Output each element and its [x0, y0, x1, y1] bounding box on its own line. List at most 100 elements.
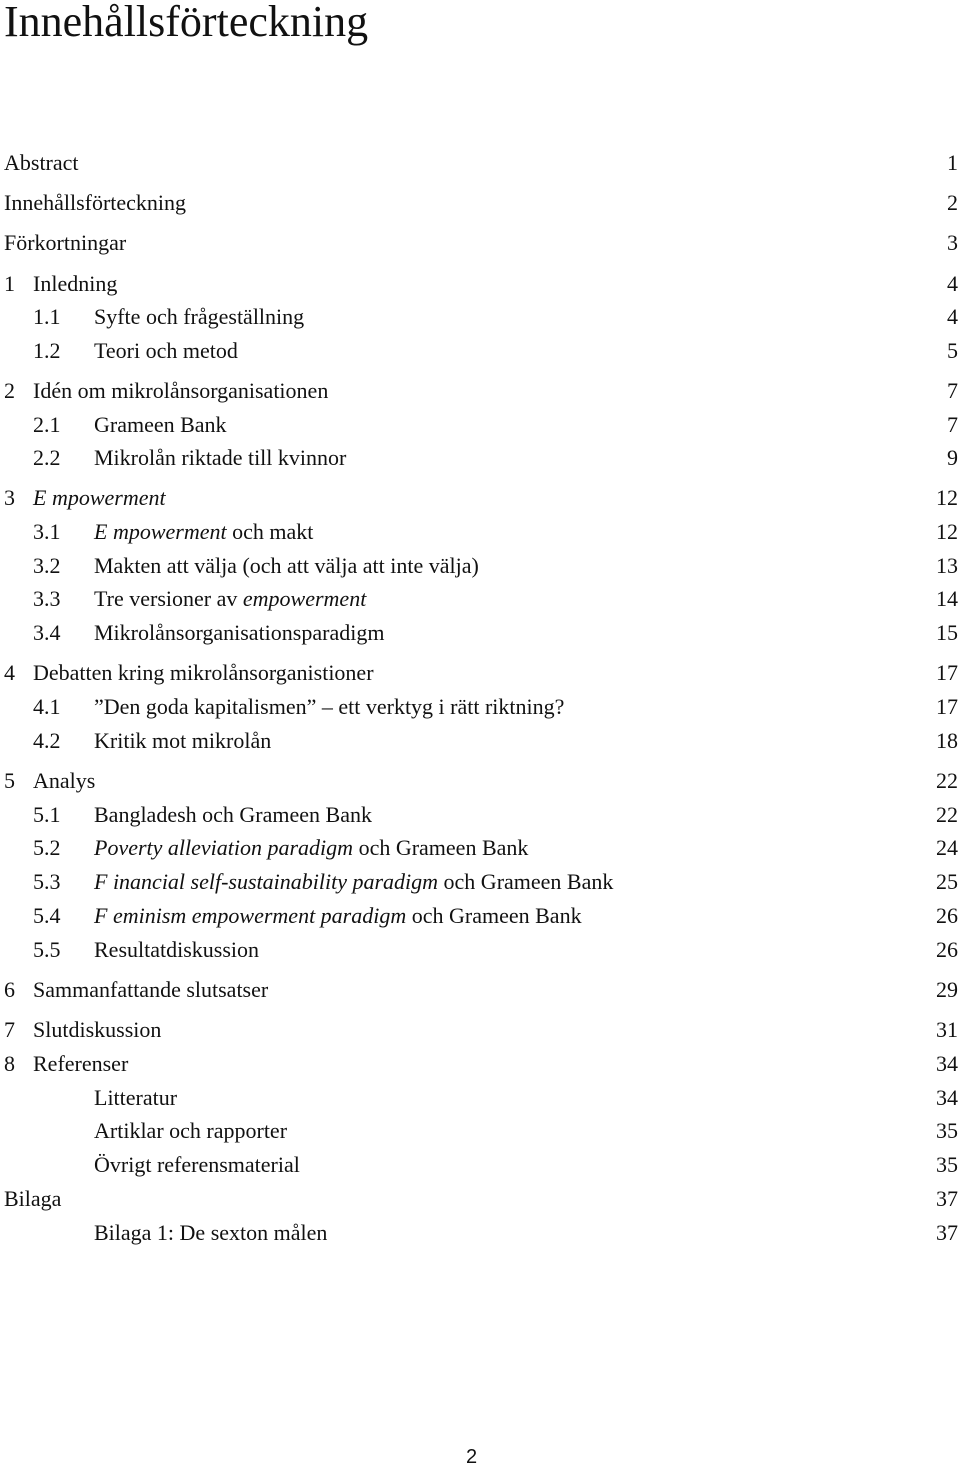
toc-entry-page: 26 — [936, 903, 958, 928]
toc-entry-page: 1 — [947, 150, 958, 175]
toc-entry-italic-term: E mpowerment — [33, 485, 166, 510]
toc-entry[interactable]: Övrigt referensmaterial 35 — [0, 1150, 960, 1180]
toc-entry-title: Poverty alleviation paradigm och Grameen… — [94, 835, 529, 860]
toc-entry-page: 3 — [947, 230, 958, 255]
toc-entry-page: 7 — [947, 412, 958, 437]
toc-entry[interactable]: Bilaga 37 — [0, 1184, 960, 1214]
toc-entry-title: Förkortningar — [4, 230, 127, 255]
toc-entry-page: 31 — [936, 1017, 958, 1042]
toc-entry[interactable]: 3.4 Mikrolånsorganisationsparadigm 15 — [0, 618, 960, 648]
toc-entry-number: 2 — [4, 378, 15, 403]
toc-entry[interactable]: 5.1 Bangladesh och Grameen Bank 22 — [0, 800, 960, 830]
toc-entry-number: 3.3 — [33, 586, 61, 611]
toc-entry[interactable]: Abstract 1 — [0, 148, 960, 178]
toc-entry[interactable]: Bilaga 1: De sexton målen 37 — [0, 1218, 960, 1248]
toc-entry-number: 5.4 — [33, 903, 61, 928]
toc-entry-page: 9 — [947, 445, 958, 470]
toc-entry-page: 35 — [936, 1152, 958, 1177]
toc-entry-number: 3.2 — [33, 553, 61, 578]
toc-entry-page: 22 — [936, 768, 958, 793]
toc-entry-number: 3.4 — [33, 620, 61, 645]
toc-entry[interactable]: 1 Inledning 4 — [0, 269, 960, 299]
toc-entry-title: Inledning — [33, 271, 118, 296]
toc-entry[interactable]: 4 Debatten kring mikrolånsorganistioner 17 — [0, 658, 960, 688]
toc-entry-title: Idén om mikrolånsorganisationen — [33, 378, 329, 403]
toc-entry-title: Resultatdiskussion — [94, 937, 260, 962]
toc-entry-page: 15 — [936, 620, 958, 645]
toc-entry-page: 17 — [936, 660, 958, 685]
toc-entry[interactable]: 6 Sammanfattande slutsatser 29 — [0, 975, 960, 1005]
toc-entry-italic-term: empowerment — [242, 586, 367, 611]
toc-entry-title: Referenser — [33, 1051, 129, 1076]
toc-entry[interactable]: 5 Analys 22 — [0, 766, 960, 796]
toc-entry-number: 1.1 — [33, 304, 61, 329]
toc-entry-number: 4.1 — [33, 694, 61, 719]
toc-entry-title: Övrigt referensmaterial — [94, 1152, 300, 1177]
toc-entry-italic-term: Poverty alleviation paradigm — [94, 835, 354, 860]
toc-entry-number: 7 — [4, 1017, 15, 1042]
toc-entry[interactable]: 5.2 Poverty alleviation paradigm och Gram… — [0, 833, 960, 863]
toc-entry-page: 5 — [947, 338, 958, 363]
toc-entry-title: Makten att välja (och att välja att inte… — [94, 553, 479, 578]
page-title: Innehållsförteckning — [4, 0, 369, 46]
toc-entry[interactable]: 3.1 E mpowerment och makt 12 — [0, 517, 960, 547]
toc-entry-page: 26 — [936, 937, 958, 962]
toc-entry-number: 8 — [4, 1051, 15, 1076]
toc-entry[interactable]: 7 Slutdiskussion 31 — [0, 1015, 960, 1045]
toc-entry-title: Kritik mot mikrolån — [94, 728, 272, 753]
toc-entry-title: ”Den goda kapitalismen” – ett verktyg i … — [94, 694, 565, 719]
toc-entry-number: 5.5 — [33, 937, 61, 962]
toc-entry-number: 5.1 — [33, 802, 61, 827]
toc-entry-title: Bilaga — [4, 1186, 62, 1211]
toc-entry-page: 18 — [936, 728, 958, 753]
toc-entry-title: Tre versioner av empowerment — [94, 586, 367, 611]
toc-entry[interactable]: 3.3 Tre versioner av empowerment 14 — [0, 584, 960, 614]
toc-entry[interactable]: 1.1 Syfte och frågeställning 4 — [0, 302, 960, 332]
toc-entry[interactable]: 4.2 Kritik mot mikrolån 18 — [0, 726, 960, 756]
toc-entry-title: Artiklar och rapporter — [94, 1118, 288, 1143]
toc-entry-page: 12 — [936, 519, 958, 544]
toc-entry[interactable]: 5.4 F eminism empowerment paradigm och Gr… — [0, 901, 960, 931]
toc-entry-page: 17 — [936, 694, 958, 719]
toc-entry-page: 24 — [936, 835, 958, 860]
toc-entry[interactable]: Innehållsförteckning 2 — [0, 188, 960, 218]
toc-entry-number: 3 — [4, 485, 15, 510]
toc-entry-title: Bilaga 1: De sexton målen — [94, 1220, 328, 1245]
toc-entry[interactable]: 5.3 F inancial self-sustainability paradi… — [0, 867, 960, 897]
toc-entry-title: Debatten kring mikrolånsorganistioner — [33, 660, 374, 685]
toc-entry-italic-term: F inancial self-sustainability paradigm — [94, 869, 439, 894]
toc-entry[interactable]: 3 E mpowerment 12 — [0, 483, 960, 513]
toc-entry-title: Bangladesh och Grameen Bank — [94, 802, 372, 827]
toc-entry[interactable]: Litteratur 34 — [0, 1083, 960, 1113]
toc-entry[interactable]: 2.1 Grameen Bank 7 — [0, 410, 960, 440]
toc-entry-page: 25 — [936, 869, 958, 894]
toc-entry[interactable]: 4.1 ”Den goda kapitalismen” – ett verktyg… — [0, 692, 960, 722]
toc-entry-number: 5 — [4, 768, 15, 793]
toc-entry[interactable]: Artiklar och rapporter 35 — [0, 1116, 960, 1146]
toc-entry-page: 4 — [947, 271, 958, 296]
toc-entry-italic-term: F eminism empowerment paradigm — [94, 903, 407, 928]
toc-entry-page: 22 — [936, 802, 958, 827]
toc-entry-number: 4 — [4, 660, 15, 685]
toc-entry-number: 2.1 — [33, 412, 61, 437]
toc-entry-page: 34 — [936, 1051, 958, 1076]
toc-entry-page: 29 — [936, 977, 958, 1002]
toc-entry-title: Syfte och frågeställning — [94, 304, 305, 329]
toc-entry-page: 12 — [936, 485, 958, 510]
toc-entry-title: Mikrolånsorganisationsparadigm — [94, 620, 385, 645]
toc-entry-page: 37 — [936, 1220, 958, 1245]
toc-entry[interactable]: 8 Referenser 34 — [0, 1049, 960, 1079]
toc-entry-title: Innehållsförteckning — [4, 190, 187, 215]
toc-entry-title: Analys — [33, 768, 96, 793]
toc-entry[interactable]: 1.2 Teori och metod 5 — [0, 336, 960, 366]
toc-entry[interactable]: 5.5 Resultatdiskussion 26 — [0, 935, 960, 965]
toc-entry-title: Mikrolån riktade till kvinnor — [94, 445, 347, 470]
toc-entry[interactable]: 3.2 Makten att välja (och att välja att i… — [0, 551, 960, 581]
toc-entry[interactable]: 2.2 Mikrolån riktade till kvinnor 9 — [0, 443, 960, 473]
toc-entry[interactable]: 2 Idén om mikrolånsorganisationen 7 — [0, 376, 960, 406]
toc-entry-number: 5.2 — [33, 835, 61, 860]
toc-entry-title: Litteratur — [94, 1085, 178, 1110]
toc-entry-title: Abstract — [4, 150, 79, 175]
toc-entry[interactable]: Förkortningar 3 — [0, 228, 960, 258]
toc-entry-title: Slutdiskussion — [33, 1017, 162, 1042]
